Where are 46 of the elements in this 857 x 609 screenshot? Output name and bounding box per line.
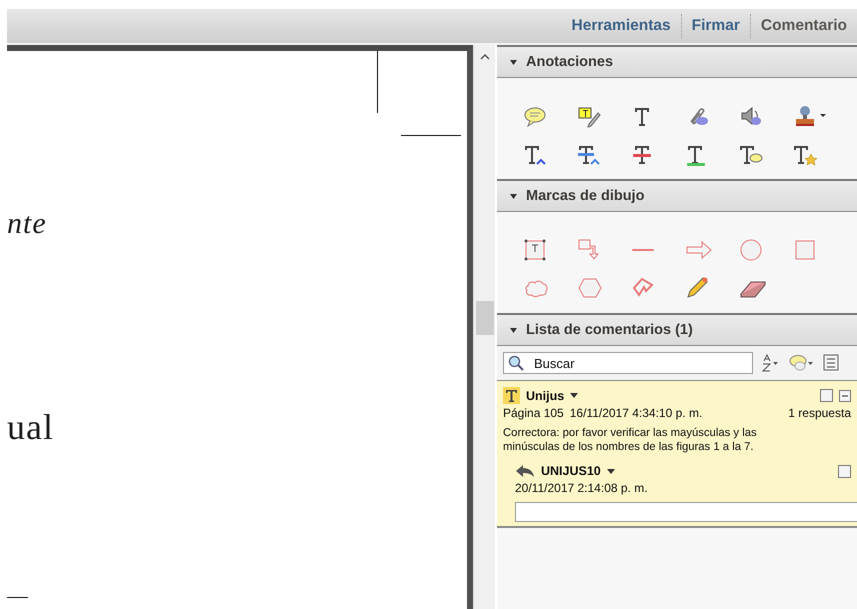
rectangle-icon[interactable] (793, 238, 817, 262)
pencil-icon[interactable] (685, 276, 709, 300)
reply-icon (515, 464, 535, 478)
reply-date: 20/11/2017 2:14:08 p. m. (515, 481, 649, 495)
comment-author: Unijus (526, 388, 564, 402)
reply-input[interactable] (515, 502, 857, 522)
panel-header[interactable]: Anotaciones (497, 45, 857, 78)
crop-mark (401, 135, 461, 136)
polygon-icon[interactable] (577, 276, 603, 300)
caret-icon[interactable] (570, 393, 578, 398)
search-icon (508, 355, 524, 371)
search-field[interactable]: Buscar (503, 352, 753, 374)
circle-icon[interactable] (739, 238, 763, 262)
scroll-thumb[interactable] (476, 301, 494, 335)
collapse-icon[interactable] (509, 58, 518, 66)
toolbar-tab[interactable]: Comentario (750, 14, 857, 38)
panel-header[interactable]: Lista de comentarios (1) (497, 313, 857, 346)
comment-page: Página 105 (503, 406, 564, 420)
crop-mark (377, 51, 378, 113)
collapse-icon[interactable] (839, 390, 851, 402)
speaker-icon[interactable] (739, 104, 763, 128)
document-text: ual (7, 409, 55, 445)
callout-icon[interactable] (577, 238, 601, 262)
comment-date: 16/11/2017 4:34:10 p. m. (570, 406, 702, 420)
reply-author: UNIJUS10 (541, 464, 601, 478)
document-text: nte (7, 209, 48, 239)
reply-checkbox[interactable] (838, 464, 851, 478)
comment-card[interactable]: Unijus Página 105 16/11/2017 4:34:10 p. m. 1 respuesta Correctora: por favor verificar las mayúsculas y las minúsculas de los nombres de las figuras 1 a la 7. UNIJUS10 20/11/2017 2:14:08 p. m. (497, 381, 857, 528)
comment-text: Correctora: por favor verificar las mayúsculas y las minúsculas de los nombres de las figuras 1 a la 7. (503, 426, 758, 454)
arrow-icon[interactable] (685, 238, 713, 262)
comment-checkbox[interactable] (820, 389, 833, 402)
crop-mark (7, 597, 28, 598)
caret-icon[interactable] (606, 468, 615, 474)
speech-bubble-icon[interactable] (789, 354, 815, 372)
scrollbar[interactable] (473, 45, 495, 609)
text-box-icon[interactable] (523, 238, 547, 262)
toolbar-tab[interactable]: Herramientas (562, 14, 681, 38)
collapse-icon[interactable] (509, 192, 518, 200)
stamp-icon[interactable] (793, 104, 827, 128)
scroll-up-icon[interactable] (480, 53, 490, 61)
toolbar-tab[interactable]: Firmar (680, 14, 750, 38)
reply-count: 1 respuesta (788, 406, 851, 420)
collapse-icon[interactable] (509, 326, 518, 334)
text-icon (503, 387, 520, 404)
sort-icon[interactable] (761, 354, 781, 372)
panel-header[interactable]: Marcas de dibujo (497, 179, 857, 212)
